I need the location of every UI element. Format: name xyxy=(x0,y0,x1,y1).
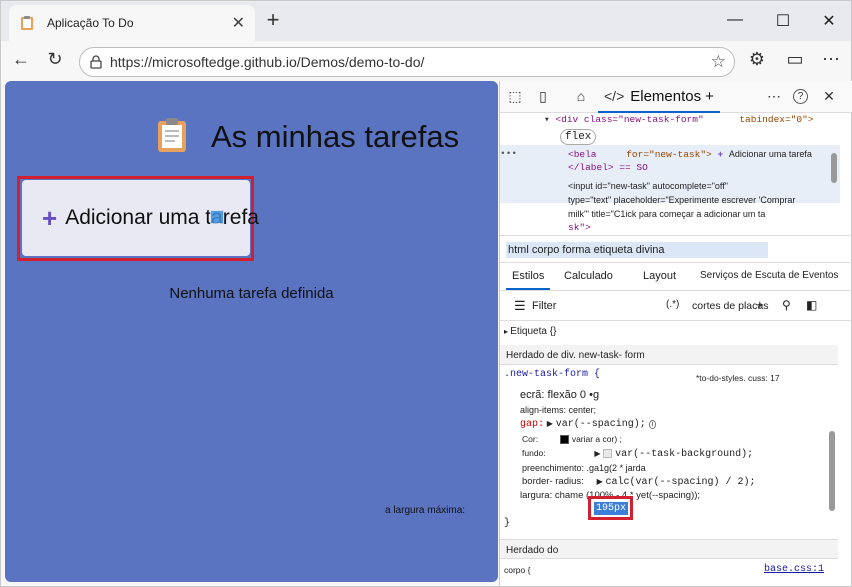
more-icon[interactable]: ⋯ xyxy=(819,49,843,70)
inherited-from-header: Herdado do xyxy=(500,539,838,559)
dom-node-input-end: sk"> xyxy=(568,222,591,233)
tab-event-listeners[interactable]: Serviços de Escuta de Eventos xyxy=(700,270,838,281)
code-icon: </> xyxy=(604,88,625,104)
filter-bar: ☰ Filter (.*) cortes de placas + ⚲ ◧ xyxy=(500,291,852,321)
sidebar-icon[interactable]: ▭ xyxy=(783,49,807,70)
minimize-button[interactable]: — xyxy=(725,11,745,29)
css-close-brace: } xyxy=(504,518,511,529)
help-icon[interactable]: ? xyxy=(793,89,808,104)
tab-styles[interactable]: Estilos xyxy=(512,270,544,282)
tab-layout[interactable]: Layout xyxy=(643,270,676,282)
extensions-icon[interactable]: ⚙ xyxy=(745,49,769,70)
lock-icon[interactable] xyxy=(90,55,102,69)
css-gap[interactable]: gap: ▶ var(--spacing); i xyxy=(520,418,657,430)
max-width-tooltip: a largura máxima: xyxy=(385,505,466,516)
styles-subtabs: Estilos Calculado Layout Serviços de Esc… xyxy=(500,263,852,291)
elements-tree: ▾ <div class="new-task-form" tabindex="0… xyxy=(500,113,840,235)
dom-node-input-title: milk'" title="C1ick para começar a adici… xyxy=(568,209,766,219)
dom-node-input[interactable]: <input id="new-task" autocomplete="off" xyxy=(568,179,728,193)
filter-icon: ☰ xyxy=(514,298,526,313)
base-css-link[interactable]: base.css:1 xyxy=(764,564,824,575)
styles-scrollbar[interactable] xyxy=(829,431,835,511)
plus-icon: + xyxy=(42,202,58,233)
filter-input[interactable]: Filter xyxy=(532,300,556,312)
background-swatch[interactable] xyxy=(603,448,613,458)
tab-title: Aplicação To Do xyxy=(47,16,134,30)
paint-icon[interactable]: ⚲ xyxy=(782,298,791,312)
page-title: As minhas tarefas xyxy=(211,119,460,154)
todo-page: As minhas tarefas + Adicionar uma tarefa… xyxy=(5,81,498,582)
css-padding[interactable]: preenchimento: .ga1g(2 * jarda xyxy=(522,463,646,473)
tab-computed[interactable]: Calculado xyxy=(564,270,613,282)
cursor-icon xyxy=(210,210,224,224)
new-rule-icon[interactable]: + xyxy=(756,297,764,312)
dom-node-label[interactable]: <bela for="new-task"> + Adicionar uma ta… xyxy=(568,147,812,162)
empty-state-text: Nenhuma tarefa definida xyxy=(169,285,334,302)
computed-width-value: 195px xyxy=(594,502,628,515)
flex-badge[interactable]: flex xyxy=(560,129,597,145)
add-task-button[interactable]: + Adicionar uma tarefa xyxy=(22,180,259,256)
breadcrumb-path[interactable]: html corpo forma etiqueta divina xyxy=(506,242,768,258)
add-task-label: Adicionar uma tarefa xyxy=(65,206,259,229)
styles-pane: ▸ Etiqueta {} Herdado de div. new-task- … xyxy=(500,321,838,586)
css-selector: .new-task-form { xyxy=(504,369,601,380)
welcome-home-icon[interactable]: ⌂ xyxy=(572,88,590,106)
tab-elements[interactable]: </> Elementos + xyxy=(598,81,720,113)
css-align-items[interactable]: align-items: center; xyxy=(520,405,596,415)
browser-window: Aplicação To Do ✕ + — ☐ ✕ ← ↻ https://mi… xyxy=(0,0,852,587)
elements-scrollbar[interactable] xyxy=(831,153,837,183)
close-window-button[interactable]: ✕ xyxy=(819,11,839,31)
back-icon[interactable]: ← xyxy=(9,49,33,70)
active-tab-indicator xyxy=(506,288,550,290)
devtools-toolbar: ⬚ ▯ ⌂ </> Elementos + ⋯ ? ✕ xyxy=(500,81,852,113)
more-tools-icon[interactable]: ⋯ xyxy=(765,88,783,106)
css-display[interactable]: ecrã: flexão 0 •g xyxy=(520,389,599,401)
toggle-sidebar-icon[interactable]: ◧ xyxy=(806,298,817,312)
css-source-link[interactable]: *to-do-styles. cuss: 17 xyxy=(696,373,780,383)
url-text: https://microsoftedge.github.io/Demos/de… xyxy=(110,54,425,70)
tab-close-icon[interactable]: ✕ xyxy=(232,13,245,33)
dom-node-div[interactable]: ▾ <div class="new-task-form" tabindex="0… xyxy=(544,113,813,127)
etiqueta-rule[interactable]: ▸ Etiqueta {} xyxy=(504,326,556,337)
new-tab-button[interactable]: + xyxy=(263,9,283,33)
browser-tab[interactable]: Aplicação To Do ✕ xyxy=(9,5,255,41)
devtools-panel: ⬚ ▯ ⌂ </> Elementos + ⋯ ? ✕ ▾ <div class… xyxy=(499,81,852,586)
favorite-star-icon[interactable]: ☆ xyxy=(711,52,726,72)
clipboard-icon xyxy=(19,15,35,31)
maximize-button[interactable]: ☐ xyxy=(773,11,793,31)
color-swatch[interactable] xyxy=(560,435,570,445)
device-emulation-icon[interactable]: ▯ xyxy=(534,88,552,106)
breadcrumb: html corpo forma etiqueta divina xyxy=(500,235,852,263)
title-bar: Aplicação To Do ✕ + — ☐ ✕ xyxy=(1,1,851,41)
regex-toggle[interactable]: (.*) xyxy=(666,299,679,310)
info-icon: i xyxy=(648,420,657,429)
node-actions-icon[interactable]: ••• xyxy=(500,147,517,161)
refresh-icon[interactable]: ↻ xyxy=(43,49,67,70)
corpo-selector: corpo { xyxy=(504,565,531,575)
clipboard-icon xyxy=(157,117,187,153)
css-border-radius[interactable]: border- radius: ▶ calc(var(--spacing) / … xyxy=(522,476,756,488)
inherited-header: Herdado de div. new-task- form xyxy=(500,345,838,365)
navigation-bar: ← ↻ https://microsoftedge.github.io/Demo… xyxy=(1,41,851,81)
address-bar[interactable]: https://microsoftedge.github.io/Demos/de… xyxy=(79,47,735,77)
dom-node-input-attrs: type="text" placeholder="Experimente esc… xyxy=(568,195,796,205)
close-devtools-icon[interactable]: ✕ xyxy=(820,88,838,106)
inspect-icon[interactable]: ⬚ xyxy=(506,88,524,106)
css-color[interactable]: Cor: variar a cor) ; xyxy=(522,434,622,445)
dom-node-label-close[interactable]: </label> == SO xyxy=(568,161,648,175)
css-background[interactable]: fundo: ▶ var(--task-background); xyxy=(522,448,753,460)
